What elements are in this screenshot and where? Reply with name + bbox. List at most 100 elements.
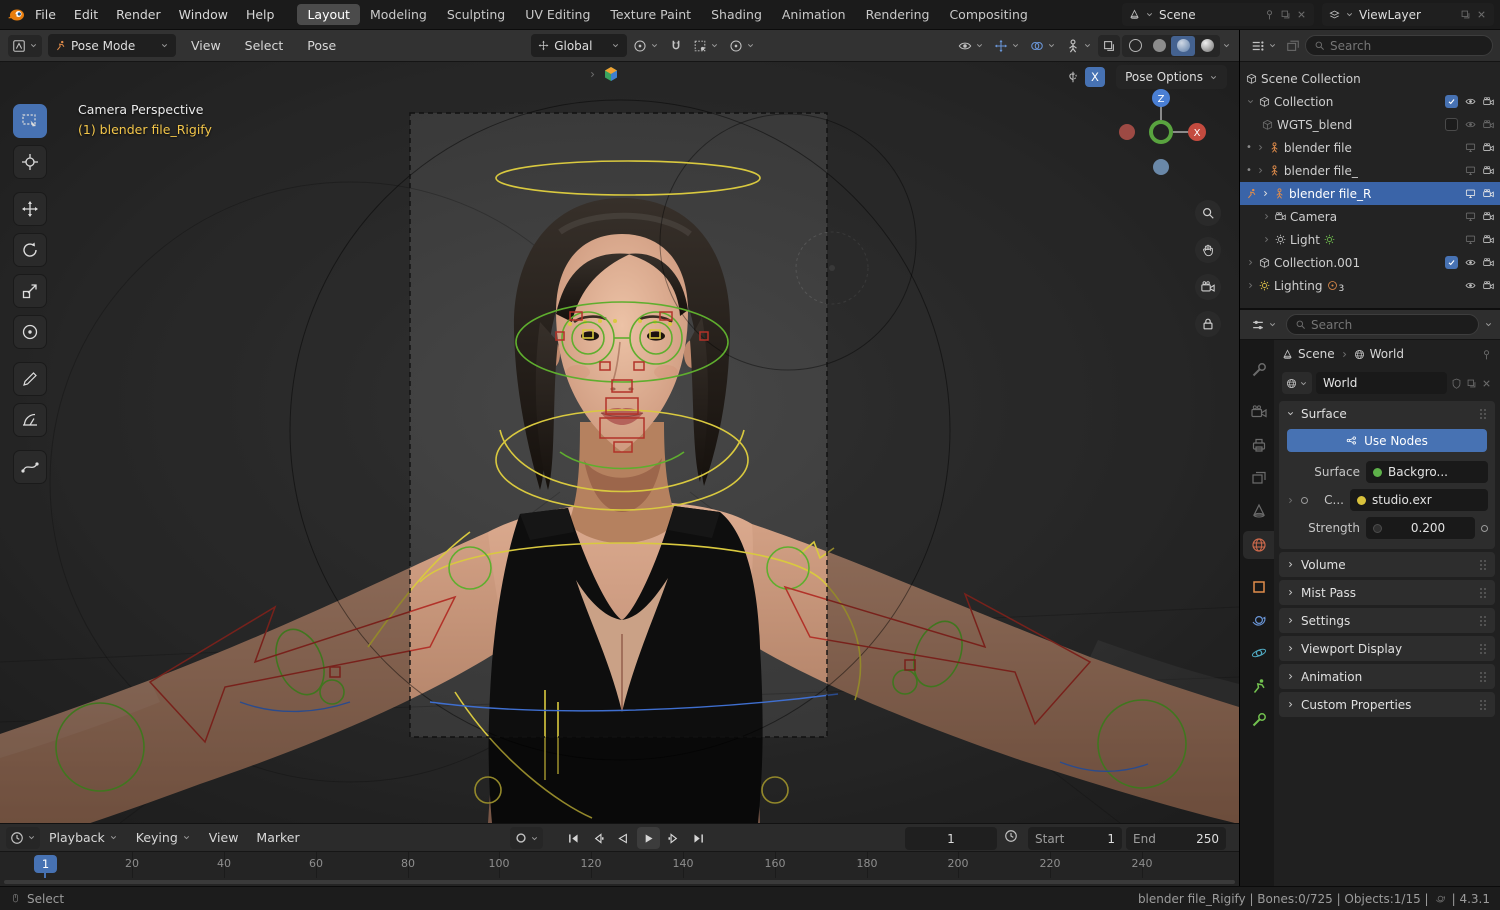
editor-type-button[interactable]: [8, 34, 42, 57]
properties-search[interactable]: [1286, 314, 1479, 335]
menu-window[interactable]: Window: [170, 0, 237, 29]
panel-grip-icon[interactable]: [1478, 406, 1488, 422]
chevron-right-icon[interactable]: [1262, 212, 1271, 221]
panel-grip-icon[interactable]: [1478, 697, 1488, 713]
workspace-tab-shading[interactable]: Shading: [701, 4, 772, 25]
volume-panel-header[interactable]: Volume: [1279, 552, 1495, 577]
render-visibility-icon[interactable]: [1483, 280, 1494, 291]
snap-toggle[interactable]: [665, 35, 687, 57]
frame-start-field[interactable]: Start 1: [1028, 827, 1122, 850]
copy-icon[interactable]: [1280, 9, 1291, 20]
shading-solid-button[interactable]: [1147, 36, 1171, 56]
world-name-field[interactable]: World: [1316, 372, 1447, 394]
menu-viewport-select[interactable]: Select: [236, 30, 293, 61]
viewlayer-selector[interactable]: ViewLayer: [1322, 3, 1494, 26]
tool-annotate[interactable]: [13, 362, 47, 396]
shading-rendered-button[interactable]: [1195, 36, 1219, 56]
world-browse-button[interactable]: [1282, 372, 1312, 394]
eye-icon[interactable]: [1465, 119, 1476, 130]
tab-output[interactable]: [1243, 431, 1274, 459]
animation-panel-header[interactable]: Animation: [1279, 664, 1495, 689]
current-frame-field[interactable]: 1: [905, 827, 997, 850]
scene-selector[interactable]: Scene: [1122, 3, 1314, 26]
menu-viewport-view[interactable]: View: [182, 30, 230, 61]
zoom-button[interactable]: [1195, 200, 1221, 226]
chevron-right-icon[interactable]: [1246, 281, 1255, 290]
tool-transform[interactable]: [13, 315, 47, 349]
tab-object[interactable]: [1243, 573, 1274, 601]
pan-button[interactable]: [1195, 237, 1221, 263]
properties-editor-type[interactable]: [1247, 314, 1281, 336]
orientation-dropdown[interactable]: Global: [531, 34, 628, 57]
chevron-down-icon[interactable]: [530, 834, 539, 843]
tab-scene[interactable]: [1243, 497, 1274, 525]
viewport-3d[interactable]: Camera Perspective (1) blender file_Rigi…: [0, 62, 1239, 823]
monitor-icon[interactable]: [1465, 142, 1476, 153]
tab-render[interactable]: [1243, 398, 1274, 426]
pin-icon[interactable]: [1481, 349, 1492, 360]
filter-chevron-icon[interactable]: [1484, 320, 1493, 329]
render-visibility-icon[interactable]: [1483, 234, 1494, 245]
render-visibility-icon[interactable]: [1483, 119, 1494, 130]
breadcrumb-scene[interactable]: Scene: [1298, 347, 1335, 361]
workspace-tab-sculpting[interactable]: Sculpting: [437, 4, 515, 25]
surface-shader-field[interactable]: Backgro...: [1366, 461, 1488, 483]
strength-slider[interactable]: 0.200: [1366, 517, 1475, 539]
tool-rotate[interactable]: [13, 233, 47, 267]
tab-view-layer[interactable]: [1243, 464, 1274, 492]
outliner-row-collection-001[interactable]: Collection.001: [1240, 251, 1500, 274]
outliner-row-scene-collection[interactable]: Scene Collection: [1240, 67, 1500, 90]
surface-panel-header[interactable]: Surface: [1279, 401, 1495, 426]
exclude-checkbox[interactable]: [1445, 95, 1458, 108]
tab-tool[interactable]: [1243, 356, 1274, 384]
workspace-tab-modeling[interactable]: Modeling: [360, 4, 437, 25]
workspace-tab-compositing[interactable]: Compositing: [939, 4, 1037, 25]
panel-grip-icon[interactable]: [1478, 585, 1488, 601]
copy-icon[interactable]: [1460, 9, 1471, 20]
workspace-tab-rendering[interactable]: Rendering: [856, 4, 940, 25]
mist-pass-panel-header[interactable]: Mist Pass: [1279, 580, 1495, 605]
timeline-editor-type-button[interactable]: [6, 826, 40, 849]
exclude-checkbox[interactable]: [1445, 256, 1458, 269]
eye-icon[interactable]: [1465, 280, 1476, 291]
next-keyframe-button[interactable]: [662, 827, 685, 849]
gizmos-dropdown[interactable]: [990, 35, 1024, 57]
proportional-edit-dropdown[interactable]: [725, 35, 759, 57]
outliner-search[interactable]: [1305, 35, 1493, 56]
xray-toggle[interactable]: [1098, 34, 1120, 57]
shading-material-button[interactable]: [1171, 35, 1195, 56]
panel-grip-icon[interactable]: [1478, 641, 1488, 657]
workspace-cube-icon[interactable]: [603, 66, 619, 82]
tool-select-box[interactable]: [13, 104, 47, 138]
pose-display-dropdown[interactable]: [1062, 35, 1096, 57]
tool-scale[interactable]: [13, 274, 47, 308]
close-icon[interactable]: [1481, 378, 1492, 389]
visibility-dropdown[interactable]: [954, 35, 988, 57]
menu-timeline-view[interactable]: View: [200, 824, 248, 851]
monitor-icon[interactable]: [1465, 211, 1476, 222]
render-visibility-icon[interactable]: [1483, 211, 1494, 222]
menu-keying[interactable]: Keying: [127, 824, 200, 851]
outliner-row-wgts[interactable]: WGTS_blend: [1240, 113, 1500, 136]
tab-physics[interactable]: [1243, 639, 1274, 667]
outliner-row-blender-file[interactable]: • blender file: [1240, 136, 1500, 159]
monitor-icon[interactable]: [1465, 234, 1476, 245]
menu-help[interactable]: Help: [237, 0, 284, 29]
mode-dropdown[interactable]: Pose Mode: [48, 34, 176, 57]
viewport-canvas[interactable]: [0, 62, 1239, 823]
outliner-row-collection[interactable]: Collection: [1240, 90, 1500, 113]
eye-icon[interactable]: [1465, 257, 1476, 268]
outliner-row-camera[interactable]: Camera: [1240, 205, 1500, 228]
copy-icon[interactable]: [1466, 378, 1477, 389]
link-dot-icon[interactable]: [1301, 496, 1308, 504]
tab-armature-data[interactable]: [1243, 672, 1274, 700]
workspace-tab-uv-editing[interactable]: UV Editing: [515, 4, 600, 25]
pin-icon[interactable]: [1264, 9, 1275, 20]
monitor-icon[interactable]: [1465, 188, 1476, 199]
chevron-right-icon[interactable]: [1286, 496, 1295, 505]
timeline-scrollbar[interactable]: [4, 880, 1235, 884]
tab-bone[interactable]: [1243, 706, 1274, 734]
properties-search-input[interactable]: [1311, 317, 1470, 332]
timeline-scroll-area[interactable]: [0, 878, 1239, 886]
tab-world[interactable]: [1243, 531, 1274, 559]
